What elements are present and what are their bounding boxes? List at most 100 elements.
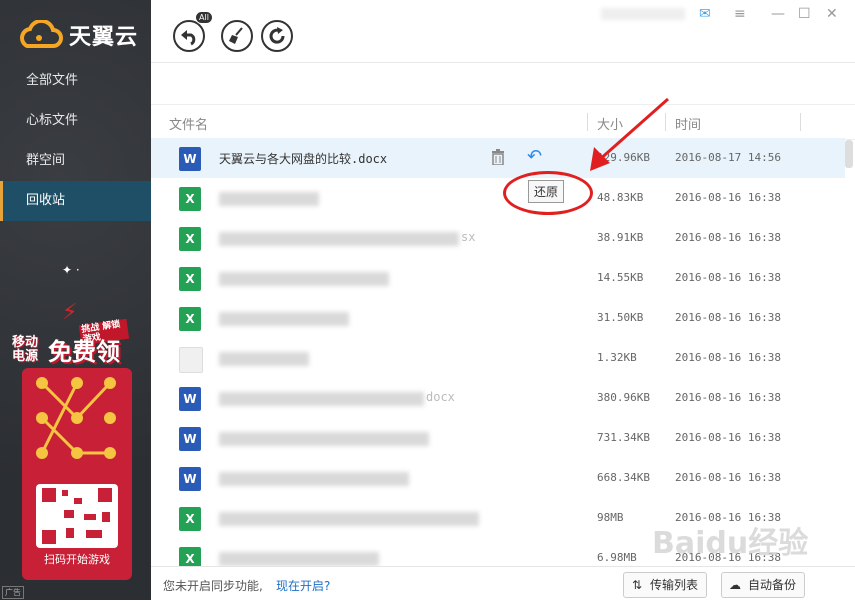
qr-code: [36, 484, 118, 548]
file-size: 380.96KB: [597, 391, 650, 404]
file-time: 2016-08-16 16:38: [675, 191, 781, 204]
sidebar-item-label: 群空间: [26, 153, 66, 168]
file-name-blurred: [219, 192, 319, 206]
enable-sync-link[interactable]: 现在开启?: [276, 577, 330, 594]
transfer-list-label: 传输列表: [650, 578, 699, 592]
file-name-blurred: [219, 312, 349, 326]
file-size: 31.50KB: [597, 311, 644, 324]
file-name-blurred: [219, 472, 409, 486]
sidebar-item-label: 全部文件: [26, 73, 79, 88]
close-icon[interactable]: ✕: [826, 6, 838, 22]
file-time: 2016-08-17 14:56: [675, 151, 781, 164]
file-name-blurred: [219, 232, 459, 246]
sidebar-item-group-space[interactable]: 群空间: [0, 141, 151, 181]
file-time: 2016-08-16 16:38: [675, 311, 781, 324]
sidebar-item-starred[interactable]: 心标文件: [0, 101, 151, 141]
file-extension: sx: [461, 230, 476, 244]
table-row[interactable]: W 天翼云与各大网盘的比较.docx ↶ 129.96KB 2016-08-17 14:…: [151, 138, 845, 178]
file-time: 2016-08-16 16:38: [675, 391, 781, 404]
sidebar-item-all-files[interactable]: 全部文件: [0, 61, 151, 101]
sync-status-text: 您未开启同步功能,: [163, 579, 263, 593]
all-badge: All: [195, 11, 213, 24]
auto-backup-button[interactable]: ☁ 自动备份: [721, 572, 806, 598]
menu-icon[interactable]: ≡: [734, 6, 746, 22]
clear-bin-button[interactable]: [221, 20, 253, 52]
file-size: 14.55KB: [597, 271, 644, 284]
file-time: 2016-08-16 16:38: [675, 231, 781, 244]
file-time: 2016-08-16 16:38: [675, 271, 781, 284]
refresh-icon: [269, 27, 285, 44]
restore-icon[interactable]: ↶: [527, 148, 542, 166]
restore-tooltip: 还原: [528, 180, 565, 203]
cloud-logo-icon: [20, 20, 63, 48]
qr-caption: 扫码开始游戏: [44, 553, 110, 566]
file-name: 天翼云与各大网盘的比较.docx: [219, 152, 388, 166]
minimize-icon[interactable]: —: [771, 6, 785, 22]
file-time: 2016-08-16 16:38: [675, 471, 781, 484]
header-time[interactable]: 时间: [675, 114, 701, 133]
file-size: 1.32KB: [597, 351, 637, 364]
user-account[interactable]: [601, 8, 685, 20]
table-row[interactable]: W 731.34KB 2016-08-16 16:38: [151, 418, 845, 458]
watermark: Baidu经验: [652, 526, 809, 561]
ad-label: 广告: [2, 586, 24, 599]
file-size: 6.98MB: [597, 551, 637, 564]
app-name: 天翼云: [69, 25, 139, 50]
header-name[interactable]: 文件名: [169, 114, 208, 133]
file-name-blurred: [219, 352, 309, 366]
excel-file-icon: X: [179, 267, 201, 291]
table-row[interactable]: Xsx 38.91KB 2016-08-16 16:38: [151, 218, 845, 258]
sidebar-item-label: 回收站: [26, 193, 66, 208]
table-header: 文件名 大小 时间: [151, 104, 855, 140]
promo-ad[interactable]: ✦ · ⚡ 移动 电源 挑战 解锁游戏 免费领 扫码开始游戏: [0, 250, 151, 590]
file-name-blurred: [219, 432, 429, 446]
word-file-icon: W: [179, 387, 201, 411]
sidebar-item-recycle-bin[interactable]: 回收站: [0, 181, 151, 221]
restore-all-button[interactable]: [173, 20, 205, 52]
sidebar: 天翼云 全部文件 心标文件 群空间 回收站 ✦ · ⚡ 移动 电源 挑战 解锁游戏…: [0, 0, 151, 600]
transfer-icon: ⇅: [632, 578, 643, 592]
sparkle-icon: ✦ ·: [62, 263, 80, 277]
status-bar: 您未开启同步功能, 现在开启? ⇅ 传输列表 ☁ 自动备份: [151, 566, 855, 601]
promo-left-text-1: 移动: [12, 335, 39, 350]
table-row[interactable]: Wdocx 380.96KB 2016-08-16 16:38: [151, 378, 845, 418]
file-size: 38.91KB: [597, 231, 644, 244]
promo-left-text: 移动 电源: [12, 336, 48, 364]
mail-icon[interactable]: ✉: [699, 6, 711, 22]
word-file-icon: W: [179, 467, 201, 491]
promo-left-text-2: 电源: [12, 349, 39, 364]
transfer-list-button[interactable]: ⇅ 传输列表: [623, 572, 708, 598]
file-size: 668.34KB: [597, 471, 650, 484]
word-file-icon: W: [179, 427, 201, 451]
pattern-lock-icon: [36, 377, 116, 459]
file-icon: [179, 347, 203, 373]
svg-text:✦ ·: ✦ ·: [62, 263, 80, 277]
file-size: 731.34KB: [597, 431, 650, 444]
table-row[interactable]: X 14.55KB 2016-08-16 16:38: [151, 258, 845, 298]
file-name-blurred: [219, 272, 389, 286]
file-time: 2016-08-16 16:38: [675, 351, 781, 364]
annotation-arrow: [590, 97, 669, 171]
excel-file-icon: X: [179, 507, 201, 531]
file-time: 2016-08-16 16:38: [675, 431, 781, 444]
table-row[interactable]: X 31.50KB 2016-08-16 16:38: [151, 298, 845, 338]
promo-card: 扫码开始游戏: [22, 368, 132, 580]
delete-icon[interactable]: [491, 149, 505, 166]
table-row[interactable]: W 668.34KB 2016-08-16 16:38: [151, 458, 845, 498]
file-name-blurred: [219, 392, 424, 406]
scrollbar[interactable]: [845, 140, 853, 168]
undo-icon: [181, 30, 196, 46]
promo-headline: 免费领: [48, 338, 120, 366]
word-file-icon: W: [179, 147, 201, 171]
broom-icon: [229, 27, 243, 44]
table-row[interactable]: 1.32KB 2016-08-16 16:38: [151, 338, 845, 378]
toolbar: All ✉ ≡ — ☐ ✕: [151, 0, 855, 63]
table-row[interactable]: X 48.83KB 2016-08-16 16:38: [151, 178, 845, 218]
excel-file-icon: X: [179, 187, 201, 211]
file-name-blurred: [219, 512, 479, 526]
cloud-upload-icon: ☁: [729, 578, 741, 592]
refresh-button[interactable]: [261, 20, 293, 52]
column-divider[interactable]: [800, 113, 801, 131]
maximize-icon[interactable]: ☐: [798, 6, 811, 22]
file-extension: docx: [426, 390, 455, 404]
